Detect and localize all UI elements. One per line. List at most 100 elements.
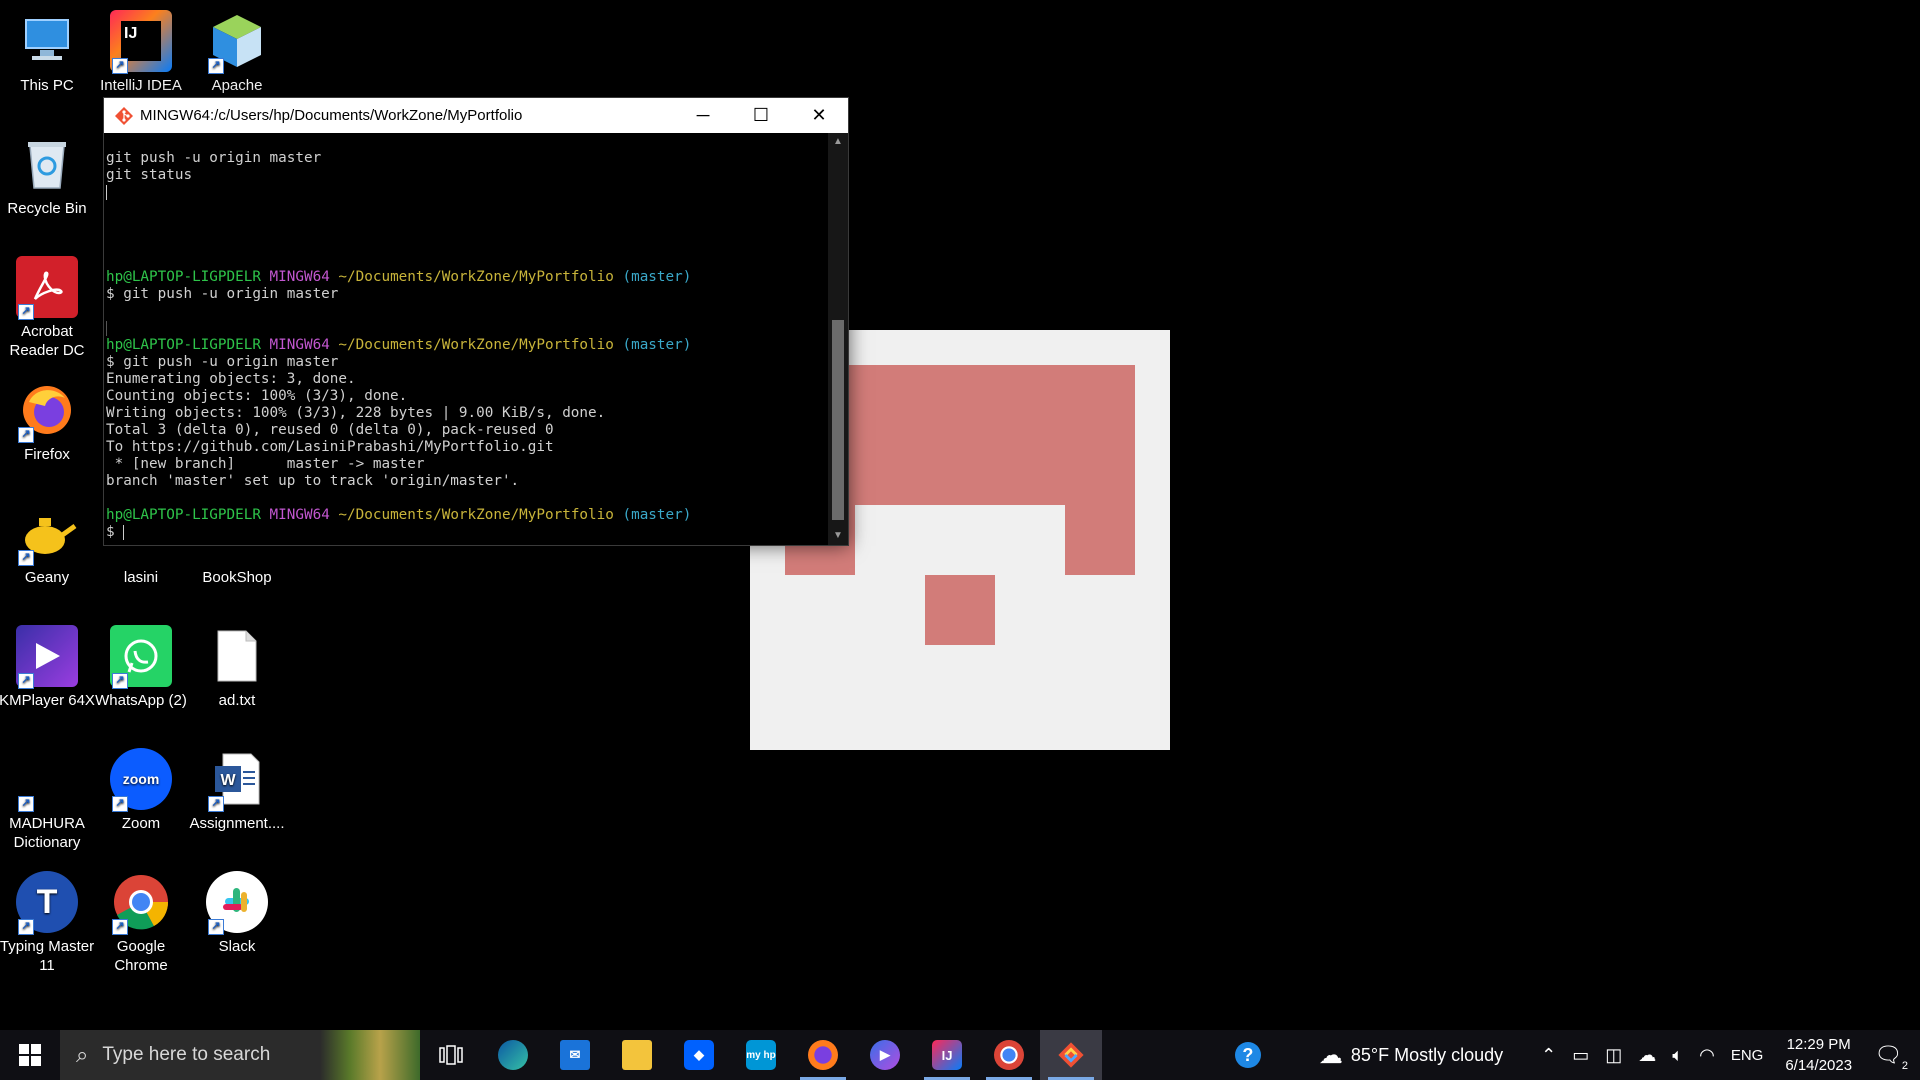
desktop-icon-zoom[interactable]: zoom ↗ Zoom [93,748,189,833]
desktop-icon-assignment[interactable]: W ↗ Assignment.... [189,748,285,833]
text-file-icon [206,625,268,687]
desktop-icon-acrobat[interactable]: ↗ Acrobat Reader DC [0,256,95,360]
desktop-icon-kmplayer[interactable]: ↗ KMPlayer 64X [0,625,95,710]
edge-icon [498,1040,528,1070]
desktop-icon-recycle-bin[interactable]: Recycle Bin [0,133,95,218]
desktop-icon-this-pc[interactable]: This PC [0,10,95,95]
notification-count: 2 [1901,1060,1908,1072]
desktop-icon-madhura[interactable]: ↗ MADHURA Dictionary [0,748,95,852]
firefox-icon [808,1040,838,1070]
system-tray: ? ☁ 85°F Mostly cloudy ⌃ ▭ ◫ ☁ 🔈︎ ◠ ENG … [1227,1030,1920,1080]
intellij-icon: IJ ↗ [110,10,172,74]
clock-date: 6/14/2023 [1785,1057,1853,1074]
terminal-line: git push -u origin master [106,150,322,166]
taskbar-myhp[interactable]: my hp [730,1030,792,1080]
terminal-line: $ git push -u origin master [106,354,339,370]
desktop-icon-apache[interactable]: ↗ Apache [189,10,285,95]
desktop-icon-firefox[interactable]: ↗ Firefox [0,379,95,464]
battery-icon[interactable]: ▭ [1572,1045,1589,1066]
taskbar-edge[interactable] [482,1030,544,1080]
desktop-icon-typing-master[interactable]: T ↗ Typing Master 11 [0,871,95,975]
chevron-up-icon[interactable]: ⌃ [1541,1045,1556,1066]
mail-icon: ✉ [560,1040,590,1070]
maximize-button[interactable]: ☐ [732,98,790,133]
terminal-line: git status [106,167,193,183]
computer-icon [16,10,78,72]
desktop-icon-ad-txt[interactable]: ad.txt [189,625,285,710]
whatsapp-icon: ↗ [110,625,172,689]
taskbar-intellij[interactable]: IJ [916,1030,978,1080]
svg-text:W: W [220,772,236,789]
terminal-line: * [new branch] master -> master [106,456,425,472]
onedrive-icon[interactable]: ☁ [1638,1045,1656,1066]
chrome-icon [994,1040,1024,1070]
taskbar-chrome[interactable] [978,1030,1040,1080]
terminal-scrollbar[interactable]: ▲ ▼ [828,133,848,545]
close-button[interactable]: ✕ [790,98,848,133]
weather-widget[interactable]: ☁ 85°F Mostly cloudy [1319,1041,1503,1070]
slack-icon: ↗ [206,871,268,935]
current-input-line[interactable]: $ [106,524,830,541]
search-icon: ⌕ [76,1042,89,1067]
desktop-icon-intellij[interactable]: IJ ↗ IntelliJ IDEA [93,10,189,95]
cloud-icon: ☁ [1318,1041,1343,1069]
help-icon[interactable]: ? [1234,1042,1261,1068]
taskbar-file-explorer[interactable] [606,1030,668,1080]
meet-icon[interactable]: ◫ [1605,1045,1622,1066]
apache-netbeans-icon: ↗ [206,10,268,74]
kmplayer-icon: ↗ [16,625,78,689]
notification-icon: 🗨︎ [1874,1042,1902,1067]
taskbar-search-box[interactable]: ⌕ Type here to search [60,1030,420,1080]
terminal-line: Writing objects: 100% (3/3), 228 bytes |… [106,405,606,421]
folder-icon [622,1040,652,1070]
git-bash-window[interactable]: MINGW64:/c/Users/hp/Documents/WorkZone/M… [103,97,849,546]
clock[interactable]: 12:29 PM 6/14/2023 [1785,1034,1852,1076]
terminal-output[interactable]: git push -u origin master git status hp@… [104,133,830,545]
desktop-icon-geany[interactable]: ↗ Geany [0,502,95,587]
typing-master-icon: T ↗ [16,871,78,935]
taskbar-git-bash[interactable] [1040,1030,1102,1080]
taskbar: ⌕ Type here to search ✉ ◆ my hp ▶ IJ ? ☁ [0,1030,1920,1080]
copilot-icon: ▶ [870,1040,900,1070]
minimize-button[interactable]: ─ [674,98,732,133]
desktop-icon-whatsapp[interactable]: ↗ WhatsApp (2) [93,625,189,710]
zoom-icon: zoom ↗ [110,748,172,812]
git-icon [1056,1040,1086,1070]
window-titlebar[interactable]: MINGW64:/c/Users/hp/Documents/WorkZone/M… [104,98,848,133]
scroll-down-icon[interactable]: ▼ [828,527,848,545]
chrome-icon: ↗ [110,871,172,935]
terminal-line: $ git push -u origin master [106,286,339,302]
terminal-line: Enumerating objects: 3, done. [106,371,356,387]
git-icon [115,106,133,125]
firefox-icon: ↗ [16,379,78,443]
intellij-icon: IJ [932,1040,962,1070]
geany-icon: ↗ [16,502,78,566]
search-highlight-image [320,1030,420,1080]
task-view-button[interactable] [420,1030,482,1080]
taskbar-mail[interactable]: ✉ [544,1030,606,1080]
desktop-icon-chrome[interactable]: ↗ Google Chrome [93,871,189,975]
language-indicator[interactable]: ENG [1731,1047,1764,1064]
recycle-bin-icon [16,133,78,195]
terminal-line: Counting objects: 100% (3/3), done. [106,388,408,404]
start-button[interactable] [0,1030,60,1080]
taskbar-copilot[interactable]: ▶ [854,1030,916,1080]
word-doc-icon: W ↗ [206,748,268,812]
scrollbar-thumb[interactable] [832,320,844,520]
clock-time: 12:29 PM [1786,1036,1851,1053]
volume-icon[interactable]: 🔈︎ [1672,1045,1683,1066]
window-title: MINGW64:/c/Users/hp/Documents/WorkZone/M… [140,107,523,124]
notification-center[interactable]: 🗨︎ 2 [1874,1042,1908,1072]
myhp-icon: my hp [746,1040,776,1070]
taskbar-dropbox[interactable]: ◆ [668,1030,730,1080]
search-placeholder: Type here to search [102,1044,271,1065]
taskbar-firefox[interactable] [792,1030,854,1080]
windows-icon [19,1044,41,1066]
desktop-icon-slack[interactable]: ↗ Slack [189,871,285,956]
acrobat-icon: ↗ [16,256,78,320]
dropbox-icon: ◆ [684,1040,714,1070]
terminal-line: Total 3 (delta 0), reused 0 (delta 0), p… [106,422,554,438]
terminal-line: To https://github.com/LasiniPrabashi/MyP… [106,439,554,455]
scroll-up-icon[interactable]: ▲ [828,133,848,151]
wifi-icon[interactable]: ◠ [1699,1045,1715,1066]
